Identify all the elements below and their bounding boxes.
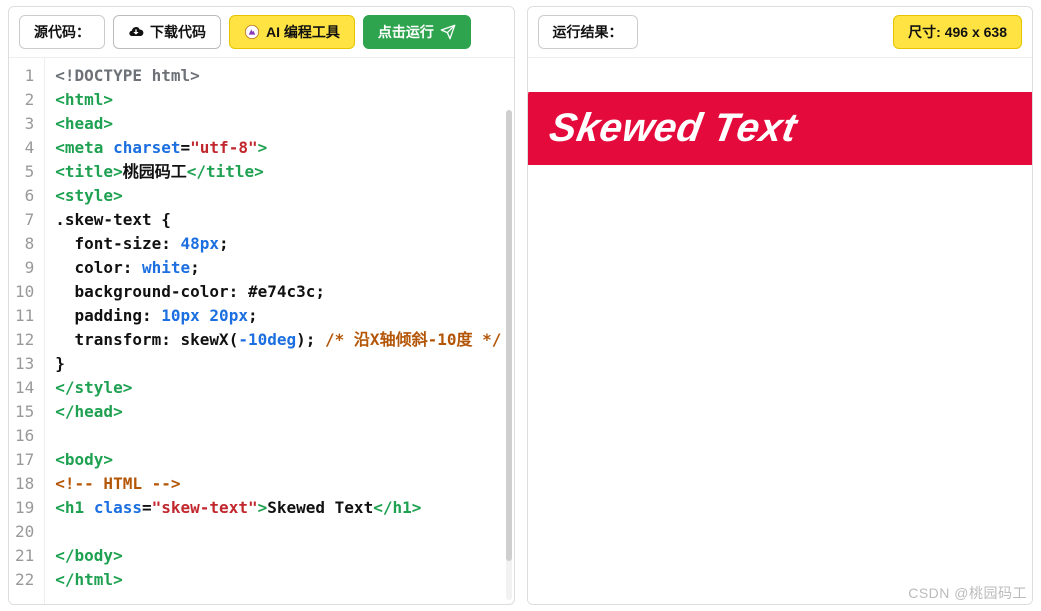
code-line[interactable]: </head> (55, 400, 503, 424)
code-line[interactable]: transform: skewX(-10deg); /* 沿X轴倾斜-10度 *… (55, 328, 503, 352)
line-number: 15 (13, 400, 36, 424)
skewed-text-heading: Skewed Text (527, 92, 1034, 165)
line-number: 3 (13, 112, 36, 136)
code-line[interactable]: <!DOCTYPE html> (55, 64, 503, 88)
code-line[interactable]: <style> (55, 184, 503, 208)
code-line[interactable]: </body> (55, 544, 503, 568)
code-line[interactable]: font-size: 48px; (55, 232, 503, 256)
download-button[interactable]: 下载代码 (113, 15, 221, 49)
line-number: 22 (13, 568, 36, 592)
source-toolbar: 源代码： 下载代码 AI 编程工具 点击运行 (9, 7, 514, 58)
result-area: Skewed Text (528, 58, 1033, 604)
code-line[interactable]: .skew-text { (55, 208, 503, 232)
code-line[interactable]: <h1 class="skew-text">Skewed Text</h1> (55, 496, 503, 520)
line-number: 18 (13, 472, 36, 496)
line-number: 17 (13, 448, 36, 472)
size-badge[interactable]: 尺寸: 496 x 638 (893, 15, 1022, 49)
code-line[interactable] (55, 424, 503, 448)
line-number: 1 (13, 64, 36, 88)
line-number: 9 (13, 256, 36, 280)
scrollbar-thumb[interactable] (506, 110, 512, 561)
line-number: 7 (13, 208, 36, 232)
ai-tool-button[interactable]: AI 编程工具 (229, 15, 355, 49)
ai-tool-label: AI 编程工具 (266, 22, 340, 42)
code-line[interactable]: } (55, 352, 503, 376)
cloud-download-icon (128, 24, 144, 40)
line-number: 16 (13, 424, 36, 448)
size-label: 尺寸: 496 x 638 (908, 22, 1007, 42)
scrollbar-track[interactable] (506, 110, 512, 600)
source-label-text: 源代码： (34, 22, 90, 42)
code-line[interactable]: </html> (55, 568, 503, 592)
result-panel: 运行结果： 尺寸: 496 x 638 Skewed Text (527, 6, 1034, 605)
app-layout: 源代码： 下载代码 AI 编程工具 点击运行 (0, 0, 1041, 611)
code-line[interactable]: background-color: #e74c3c; (55, 280, 503, 304)
result-label-button[interactable]: 运行结果： (538, 15, 638, 49)
line-number: 2 (13, 88, 36, 112)
source-panel: 源代码： 下载代码 AI 编程工具 点击运行 (8, 6, 515, 605)
line-number-gutter: 12345678910111213141516171819202122 (9, 58, 45, 604)
download-label: 下载代码 (150, 22, 206, 42)
line-number: 4 (13, 136, 36, 160)
code-line[interactable]: <meta charset="utf-8"> (55, 136, 503, 160)
line-number: 20 (13, 520, 36, 544)
code-line[interactable]: <html> (55, 88, 503, 112)
paper-plane-icon (440, 24, 456, 40)
code-line[interactable]: padding: 10px 20px; (55, 304, 503, 328)
run-button[interactable]: 点击运行 (363, 15, 471, 49)
line-number: 6 (13, 184, 36, 208)
code-line[interactable]: <!-- HTML --> (55, 472, 503, 496)
code-line[interactable]: </style> (55, 376, 503, 400)
line-number: 19 (13, 496, 36, 520)
line-number: 5 (13, 160, 36, 184)
code-editor[interactable]: 12345678910111213141516171819202122 <!DO… (9, 58, 514, 604)
line-number: 14 (13, 376, 36, 400)
line-number: 21 (13, 544, 36, 568)
watermark: CSDN @桃园码工 (908, 583, 1027, 603)
line-number: 8 (13, 232, 36, 256)
line-number: 11 (13, 304, 36, 328)
result-label-text: 运行结果： (553, 22, 623, 42)
ai-badge-icon (244, 24, 260, 40)
code-line[interactable]: <head> (55, 112, 503, 136)
code-content[interactable]: <!DOCTYPE html><html><head><meta charset… (45, 58, 513, 604)
code-line[interactable]: <body> (55, 448, 503, 472)
run-label: 点击运行 (378, 22, 434, 42)
line-number: 10 (13, 280, 36, 304)
code-line[interactable]: <title>桃园码工</title> (55, 160, 503, 184)
source-label-button[interactable]: 源代码： (19, 15, 105, 49)
line-number: 12 (13, 328, 36, 352)
code-line[interactable]: color: white; (55, 256, 503, 280)
line-number: 13 (13, 352, 36, 376)
code-line[interactable] (55, 520, 503, 544)
result-toolbar: 运行结果： 尺寸: 496 x 638 (528, 7, 1033, 58)
